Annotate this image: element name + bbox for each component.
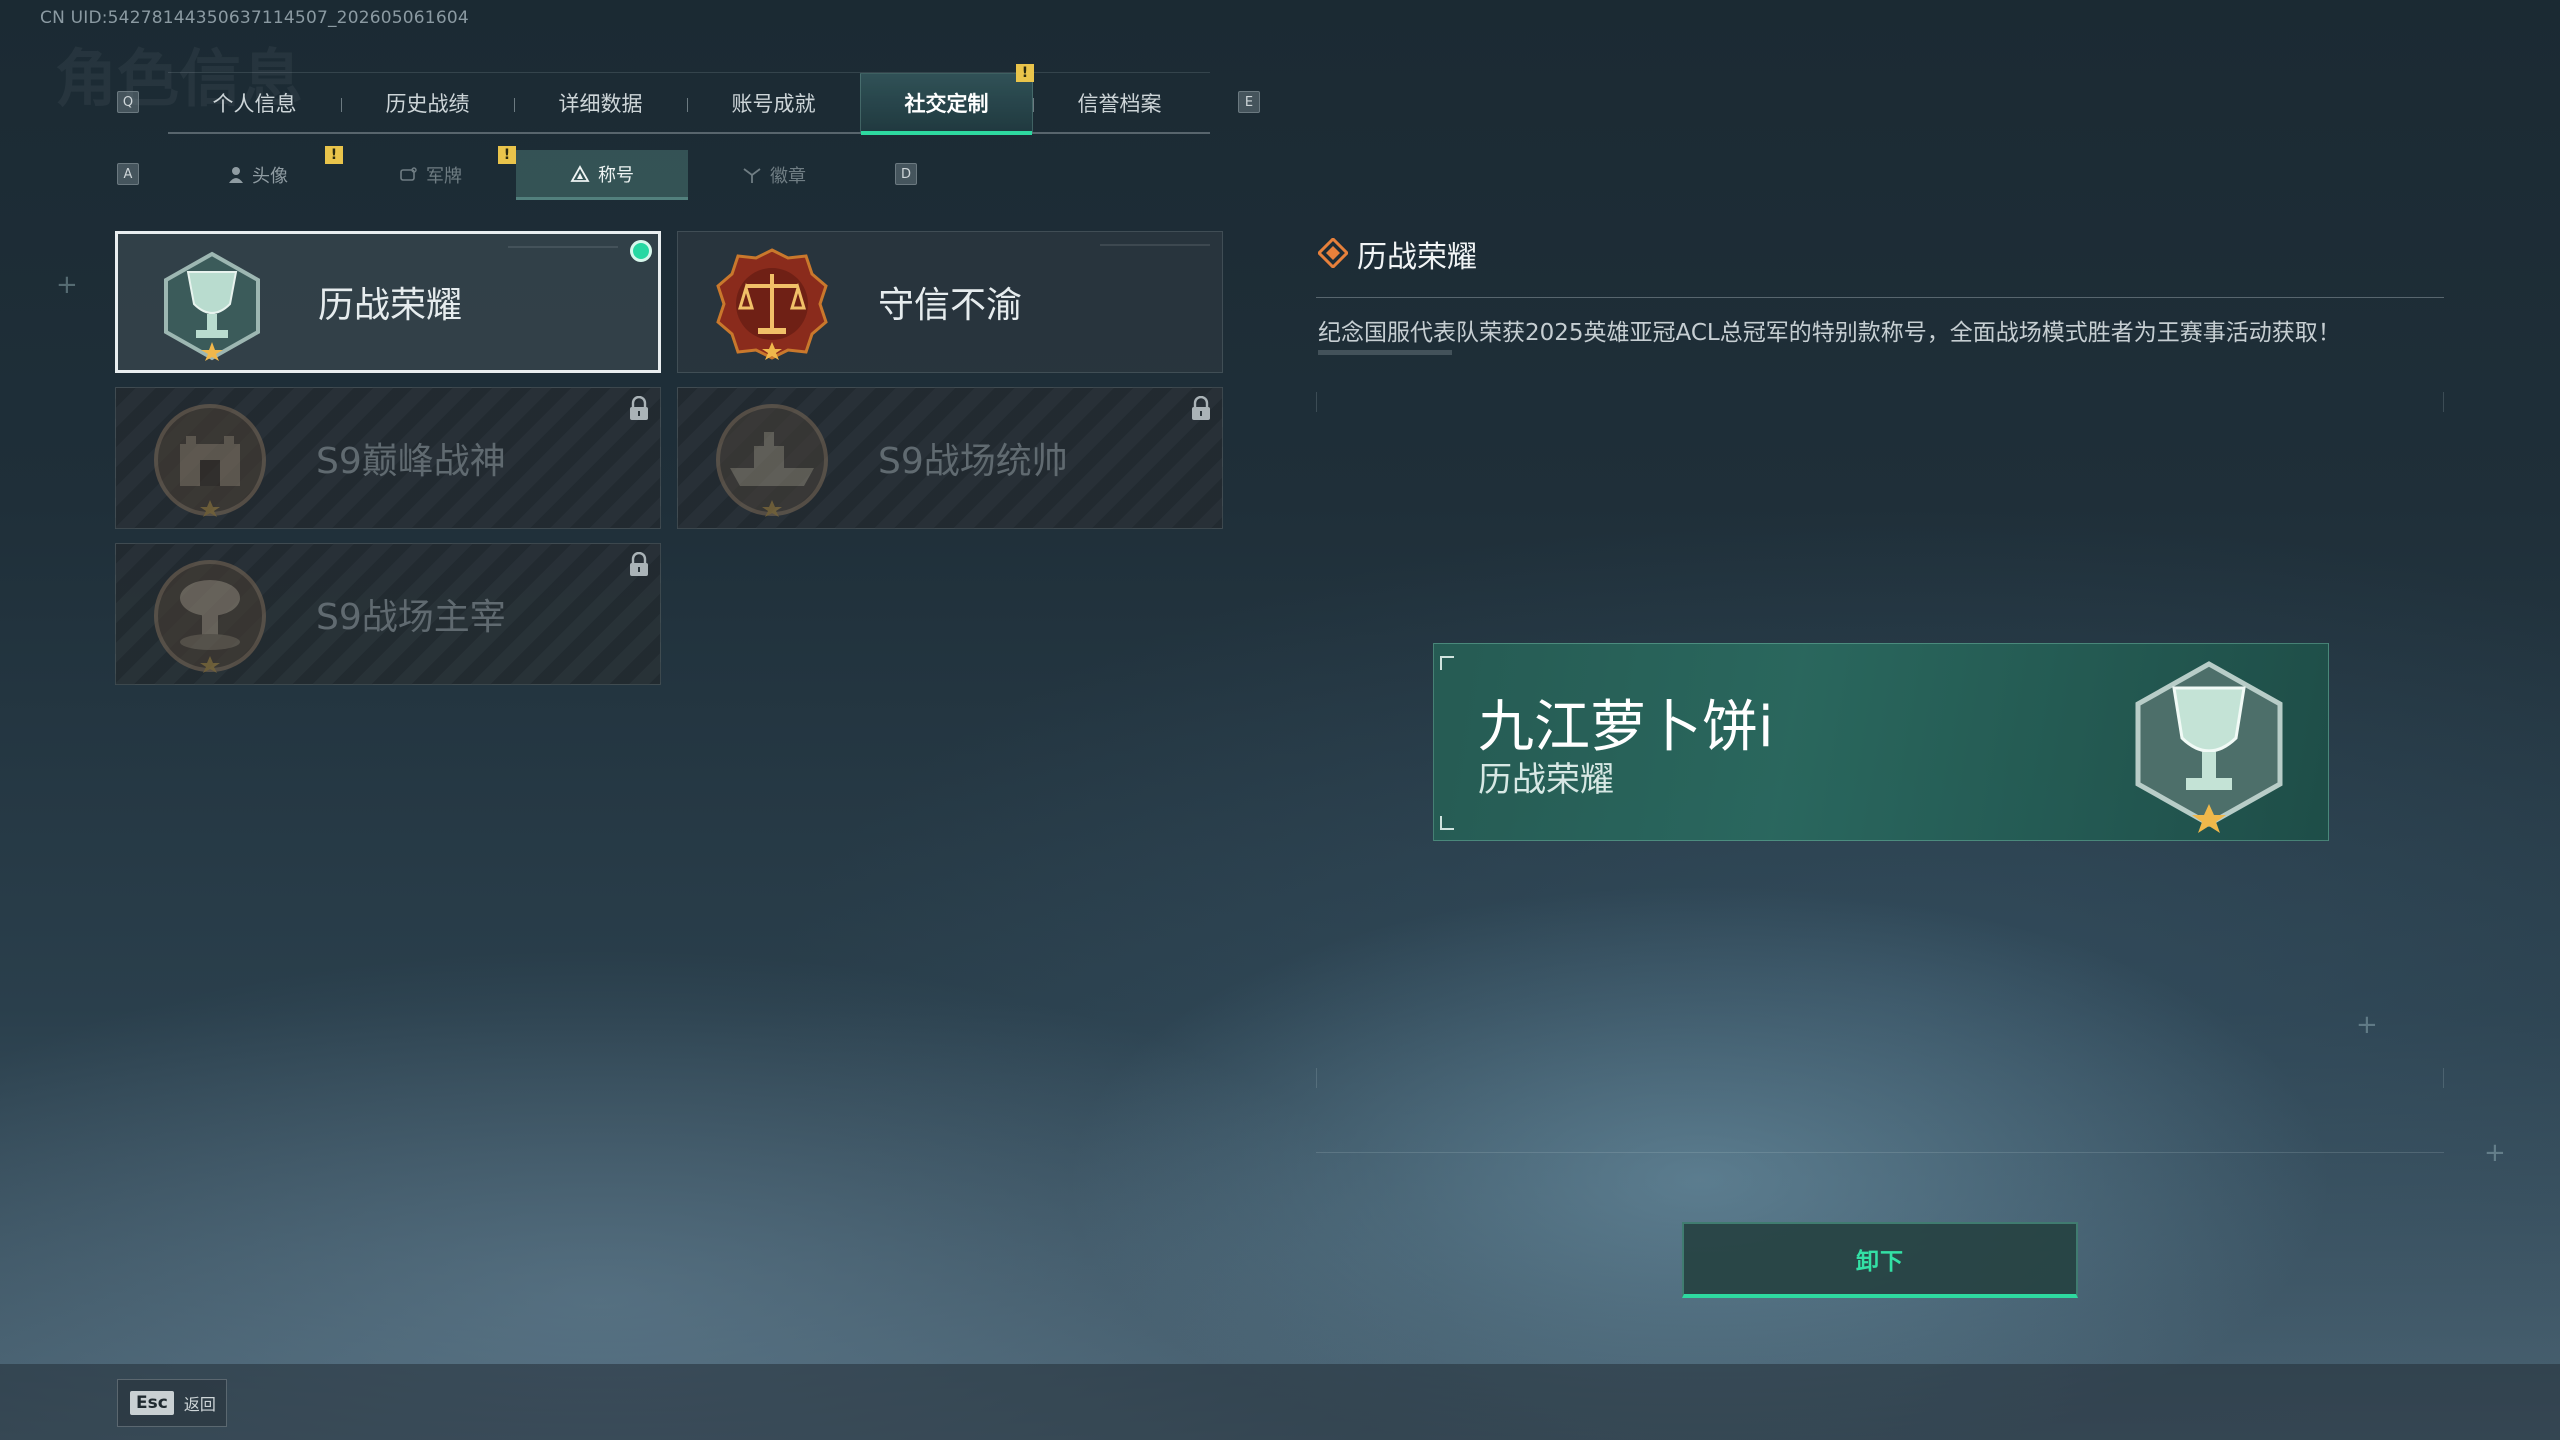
subtab-title[interactable]: 称号 bbox=[516, 150, 688, 200]
subtab-avatar[interactable]: 头像 bbox=[172, 150, 344, 200]
detail-description: 纪念国服代表队荣获2025英雄亚冠ACL总冠军的特别款称号，全面战场模式胜者为王… bbox=[1318, 320, 2341, 346]
title-diamond-icon bbox=[1318, 238, 1348, 268]
decor-plus-icon: + bbox=[2356, 1010, 2378, 1040]
tab-label: 详细数据 bbox=[558, 92, 643, 116]
divider bbox=[1316, 297, 2444, 298]
back-label: 返回 bbox=[183, 1395, 216, 1414]
decor-plus-icon: + bbox=[2484, 1138, 2506, 1168]
dogtag-icon bbox=[400, 167, 417, 181]
title-card-shouxin-buyu[interactable]: 守信不渝 bbox=[677, 231, 1223, 373]
footer-bar bbox=[0, 1364, 2560, 1440]
warship-icon bbox=[716, 404, 828, 517]
prev-tab-key-hint[interactable]: Q bbox=[117, 91, 139, 113]
tab-label: 账号成就 bbox=[731, 92, 816, 116]
person-icon bbox=[229, 167, 243, 183]
subtab-label: 军牌 bbox=[426, 166, 462, 187]
title-card-label: 历战荣耀 bbox=[318, 285, 463, 326]
next-subtab-key-hint[interactable]: D bbox=[895, 163, 917, 185]
tab-label: 个人信息 bbox=[212, 92, 297, 116]
fortress-icon bbox=[154, 404, 266, 517]
esc-key-hint: Esc bbox=[130, 1391, 174, 1415]
subtab-medal[interactable]: 徽章 bbox=[688, 150, 860, 200]
title-card-label: S9战场主宰 bbox=[316, 597, 506, 638]
medal-icon bbox=[743, 168, 761, 183]
title-icon bbox=[570, 164, 590, 182]
divider bbox=[1316, 1152, 2444, 1153]
unequip-button[interactable]: 卸下 bbox=[1682, 1222, 2078, 1298]
frame-corner bbox=[1316, 1068, 1317, 1088]
mushroom-cloud-icon bbox=[154, 560, 266, 673]
player-name: 九江萝卜饼i bbox=[1478, 695, 1774, 760]
tab-label: 历史战绩 bbox=[385, 92, 470, 116]
alert-badge: ! bbox=[325, 146, 343, 164]
title-card-s9-peak-god[interactable]: S9巅峰战神 bbox=[115, 387, 661, 529]
subtab-label: 头像 bbox=[252, 166, 288, 187]
title-card-label: S9战场统帅 bbox=[878, 441, 1068, 482]
scales-icon bbox=[716, 248, 828, 360]
subtab-label: 称号 bbox=[598, 164, 634, 186]
sub-tab-bar: 头像 军牌 称号 徽章 bbox=[172, 150, 862, 200]
main-tab-bar: 个人信息 历史战绩 详细数据 账号成就 社交定制 信誉档案 bbox=[168, 72, 1210, 135]
preview-title-label: 历战荣耀 bbox=[1478, 760, 1614, 800]
tab-label: 社交定制 bbox=[904, 92, 989, 116]
back-button[interactable]: Esc 返回 bbox=[117, 1379, 227, 1427]
tab-account-achievements[interactable]: 账号成就 bbox=[687, 73, 860, 133]
equipped-indicator bbox=[630, 240, 652, 262]
frame-corner bbox=[2443, 1068, 2444, 1088]
tab-reputation-file[interactable]: 信誉档案 bbox=[1033, 73, 1206, 133]
tab-history-record[interactable]: 历史战绩 bbox=[341, 73, 514, 133]
card-decor-line bbox=[508, 246, 618, 248]
lock-icon bbox=[630, 552, 648, 576]
title-card-lizhan-rongyao[interactable]: 历战荣耀 bbox=[115, 231, 661, 373]
title-card-s9-battlefield-marshal[interactable]: S9战场统帅 bbox=[677, 387, 1223, 529]
detail-title: 历战荣耀 bbox=[1357, 240, 1477, 275]
tab-label: 信誉档案 bbox=[1077, 92, 1162, 116]
alert-badge: ! bbox=[1016, 64, 1034, 82]
uid-label: CN UID:542781443506371145​07_20260506160… bbox=[40, 8, 469, 28]
subtab-dogtag[interactable]: 军牌 bbox=[344, 150, 516, 200]
lock-icon bbox=[630, 396, 648, 420]
frame-corner bbox=[2443, 392, 2444, 412]
lock-icon bbox=[1192, 396, 1210, 420]
tab-social-customization[interactable]: 社交定制 bbox=[860, 73, 1033, 135]
tab-detailed-data[interactable]: 详细数据 bbox=[514, 73, 687, 133]
prev-subtab-key-hint[interactable]: A bbox=[117, 163, 139, 185]
title-card-s9-battlefield-dominator[interactable]: S9战场主宰 bbox=[115, 543, 661, 685]
decor-bar bbox=[1318, 350, 1452, 355]
frame-corner bbox=[1440, 816, 1454, 830]
decor-plus-icon: + bbox=[56, 270, 78, 300]
title-preview-card: 九江萝卜饼i 历战荣耀 bbox=[1433, 643, 2329, 841]
card-decor-line bbox=[1100, 244, 1210, 246]
tab-personal-info[interactable]: 个人信息 bbox=[168, 73, 341, 133]
frame-corner bbox=[1316, 392, 1317, 412]
next-tab-key-hint[interactable]: E bbox=[1238, 91, 1260, 113]
trophy-icon bbox=[164, 251, 260, 361]
subtab-label: 徽章 bbox=[770, 166, 806, 187]
trophy-icon bbox=[2135, 661, 2283, 833]
alert-badge: ! bbox=[498, 146, 516, 164]
title-card-label: 守信不渝 bbox=[878, 285, 1023, 326]
title-card-label: S9巅峰战神 bbox=[316, 441, 506, 482]
frame-corner bbox=[1440, 656, 1454, 670]
